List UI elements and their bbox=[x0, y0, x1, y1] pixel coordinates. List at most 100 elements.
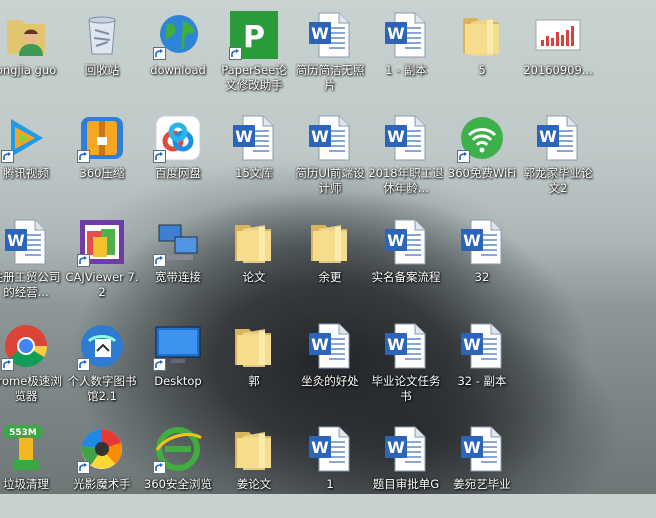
desktop-icon-360-browser[interactable]: 360安全浏览 bbox=[140, 418, 216, 518]
ie360-icon bbox=[153, 424, 203, 474]
shortcut-arrow-icon bbox=[229, 47, 242, 60]
desktop-icon-chrome[interactable]: hrome极速浏览器 bbox=[0, 315, 64, 415]
desktop-icon-label: 32 bbox=[474, 270, 490, 284]
desktop-icon-label: 姜宛艺毕业 bbox=[453, 477, 511, 491]
desktop-icon-doc-32[interactable]: W 32 bbox=[444, 211, 520, 311]
wifi-icon bbox=[457, 113, 507, 163]
desktop-icon-label: 360免费WiFi bbox=[447, 166, 517, 180]
svg-text:W: W bbox=[235, 127, 253, 146]
desktop-icon-papersee[interactable]: P PaperSee论文修改助手 bbox=[216, 4, 292, 104]
desktop-icon-register-doc[interactable]: W 注册工贸公司的经营... bbox=[0, 211, 64, 311]
desktop-icon-tencent-video[interactable]: 腾讯视频 bbox=[0, 107, 64, 207]
desktop-icon-label: 宽带连接 bbox=[155, 270, 201, 284]
desktop-icon-label: 毕业论文任务书 bbox=[371, 374, 441, 403]
desktop-icon-label: hrome极速浏览器 bbox=[0, 374, 62, 403]
folder-icon bbox=[229, 321, 279, 371]
desktop-icon-label: Desktop bbox=[154, 374, 202, 388]
desktop-icon-label: 2018年职工退休年龄... bbox=[368, 166, 444, 195]
globe-icon bbox=[153, 10, 203, 60]
papersee-icon: P bbox=[229, 10, 279, 60]
desktop-icon-label: 360压缩 bbox=[79, 166, 125, 180]
desktop-icon-filing-doc[interactable]: W 实名备案流程 bbox=[368, 211, 444, 311]
desktop-icon-file-20160909[interactable]: 20160909... bbox=[520, 4, 596, 104]
word-icon: W bbox=[305, 424, 355, 474]
shortcut-arrow-icon bbox=[77, 254, 90, 267]
cleaner-icon: 553M bbox=[1, 424, 51, 474]
desktop-icon-cajviewer[interactable]: CAJViewer 7.2 bbox=[64, 211, 140, 311]
svg-text:W: W bbox=[7, 231, 25, 250]
desktop-icon-360-zip[interactable]: 360压缩 bbox=[64, 107, 140, 207]
library-icon bbox=[77, 321, 127, 371]
desktop-icon-digital-library[interactable]: 个人数字图书馆2.1 bbox=[64, 315, 140, 415]
desktop-icon-recycle-bin[interactable]: 回收站 bbox=[64, 4, 140, 104]
desktop-icon-desktop-shortcut[interactable]: Desktop bbox=[140, 315, 216, 415]
desktop-icon-label: 姜论文 bbox=[236, 477, 272, 491]
desktop-icon-label: 1 bbox=[326, 477, 334, 491]
desktop-icon-folder-yugeng[interactable]: 余更 bbox=[292, 211, 368, 311]
svg-text:P: P bbox=[243, 20, 265, 55]
desktop-icon-broadband[interactable]: 宽带连接 bbox=[140, 211, 216, 311]
desktop-icon-label: download bbox=[150, 63, 206, 77]
svg-text:W: W bbox=[387, 438, 405, 457]
desktop-icon-user-folder[interactable]: ongjia guo bbox=[0, 4, 64, 104]
desktop-icon-label: 简历UI前端设计师 bbox=[295, 166, 365, 195]
desktop-icon-photo-magic[interactable]: 光影魔术手 bbox=[64, 418, 140, 518]
word-icon: W bbox=[457, 321, 507, 371]
shortcut-arrow-icon bbox=[1, 150, 14, 163]
folder-icon bbox=[305, 217, 355, 267]
desktop-icon-doc-15[interactable]: W 15文库 bbox=[216, 107, 292, 207]
shortcut-arrow-icon bbox=[153, 254, 166, 267]
desktop-icon-baidu-pan[interactable]: 百度网盘 bbox=[140, 107, 216, 207]
word-icon: W bbox=[305, 113, 355, 163]
word-icon: W bbox=[381, 424, 431, 474]
desktop-icon-label: 注册工贸公司的经营... bbox=[0, 270, 61, 299]
desktop-icon-label: PaperSee论文修改助手 bbox=[221, 63, 287, 92]
desktop-icon-download[interactable]: download bbox=[140, 4, 216, 104]
word-icon: W bbox=[457, 217, 507, 267]
word-icon: W bbox=[381, 321, 431, 371]
desktop-icon-copy-1[interactable]: W 1 - 副本 bbox=[368, 4, 444, 104]
recycle-icon bbox=[77, 10, 127, 60]
user-icon bbox=[1, 10, 51, 60]
desktop-area[interactable]: ongjia guo 回收站 download P PaperSee论文修改助手 … bbox=[0, 0, 656, 494]
desktop-icon-folder-5[interactable]: 5 bbox=[444, 4, 520, 104]
desktop-icon-label: 郭 bbox=[248, 374, 260, 388]
desktop-icon-label: CAJViewer 7.2 bbox=[65, 270, 139, 299]
desktop-icon-label: 坐灸的好处 bbox=[301, 374, 359, 388]
svg-text:W: W bbox=[387, 231, 405, 250]
desktop-icon-label: 回收站 bbox=[84, 63, 120, 77]
desktop-icon-wifi-360[interactable]: 360免费WiFi bbox=[444, 107, 520, 207]
word-icon: W bbox=[229, 113, 279, 163]
desktop-icon-folder-jiang[interactable]: 姜论文 bbox=[216, 418, 292, 518]
desktop-icon-folder-guo[interactable]: 郭 bbox=[216, 315, 292, 415]
baidu-icon bbox=[153, 113, 203, 163]
word-icon: W bbox=[381, 113, 431, 163]
desktop-icon-label: 论文 bbox=[242, 270, 266, 284]
desktop-icon-label: 垃圾清理 bbox=[3, 477, 49, 491]
desktop-icon-trash-cleaner[interactable]: 553M 垃圾清理 bbox=[0, 418, 64, 518]
shortcut-arrow-icon bbox=[153, 461, 166, 474]
desktop-icon-resume-simple[interactable]: W 简历简洁无照片 bbox=[292, 4, 368, 104]
desktop-icon-doc-32-copy[interactable]: W 32 - 副本 bbox=[444, 315, 520, 415]
desktop-icon-guo-thesis[interactable]: W 郭龙家毕业论文2 bbox=[520, 107, 596, 207]
word-icon: W bbox=[457, 424, 507, 474]
shortcut-arrow-icon bbox=[77, 358, 90, 371]
svg-text:W: W bbox=[387, 335, 405, 354]
svg-text:W: W bbox=[311, 24, 329, 43]
image-icon bbox=[533, 10, 583, 60]
desktop-icon-folder-lunwen[interactable]: 论文 bbox=[216, 211, 292, 311]
desktop-icon-label: 余更 bbox=[318, 270, 342, 284]
desktop-icon-approval-doc[interactable]: W 题目审批单G bbox=[368, 418, 444, 518]
video-icon bbox=[1, 113, 51, 163]
svg-text:W: W bbox=[463, 335, 481, 354]
desktop-icon-jiang-thesis[interactable]: W 姜宛艺毕业 bbox=[444, 418, 520, 518]
desktop-icon-doc-2018[interactable]: W 2018年职工退休年龄... bbox=[368, 107, 444, 207]
desktop-icon-doc-1[interactable]: W1 bbox=[292, 418, 368, 518]
svg-text:W: W bbox=[539, 127, 557, 146]
desktop-icon-resume-ui[interactable]: W 简历UI前端设计师 bbox=[292, 107, 368, 207]
desktop-icon-label: 实名备案流程 bbox=[371, 270, 441, 284]
desktop-icon-doc-zuojiu[interactable]: W 坐灸的好处 bbox=[292, 315, 368, 415]
desktop-icon-thesis-service[interactable]: W 毕业论文任务书 bbox=[368, 315, 444, 415]
chrome-icon bbox=[1, 321, 51, 371]
folder-icon bbox=[229, 424, 279, 474]
